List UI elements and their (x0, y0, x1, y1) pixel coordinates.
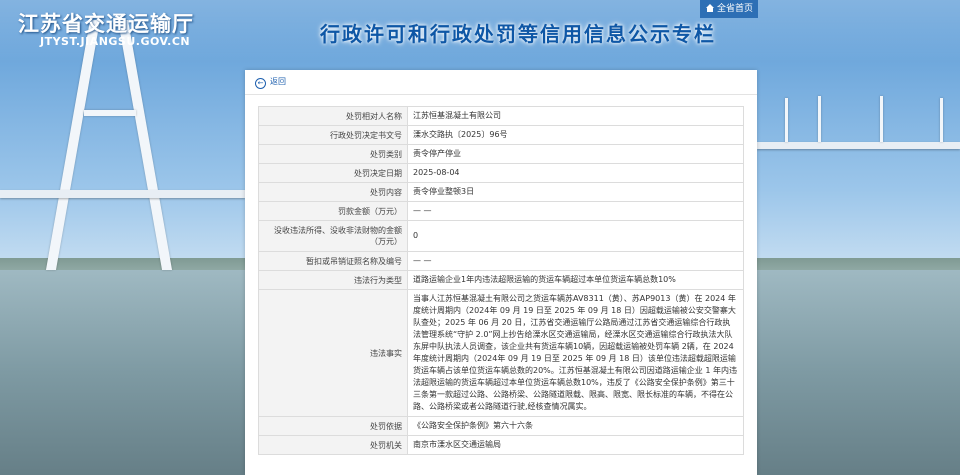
back-bar: ← 返回 (245, 70, 757, 95)
row-value: 责令停产停业 (407, 144, 744, 164)
table-row: 暂扣或吊销证照名称及编号 — — (258, 251, 744, 271)
table-row: 没收违法所得、没收非法财物的金额（万元） 0 (258, 220, 744, 252)
home-link[interactable]: 全省首页 (700, 0, 758, 18)
site-url: JTYST.JIANGSU.GOV.CN (40, 35, 191, 48)
back-label: 返回 (270, 77, 286, 86)
lamp-post-3 (880, 96, 883, 142)
bridge-deck-right (757, 142, 960, 149)
row-value: — — (407, 251, 744, 271)
home-link-label: 全省首页 (717, 4, 754, 14)
table-row: 处罚相对人名称 江苏恒基混凝土有限公司 (258, 106, 744, 126)
table-row: 处罚机关 南京市溧水区交通运输局 (258, 435, 744, 455)
row-label: 暂扣或吊销证照名称及编号 (258, 251, 408, 271)
table-row: 罚款金额（万元） — — (258, 201, 744, 221)
bridge-deck-left (0, 190, 245, 198)
row-label: 处罚内容 (258, 182, 408, 202)
table-row: 行政处罚决定书文号 溧水交路执〔2025〕96号 (258, 125, 744, 145)
row-value: 2025-08-04 (407, 163, 744, 183)
back-button[interactable]: ← 返回 (255, 77, 286, 89)
site-name[interactable]: 江苏省交通运输厅 (18, 8, 194, 38)
table-row: 违法行为类型 道路运输企业1年内违法超限运输的货运车辆超过本单位货运车辆总数10% (258, 270, 744, 290)
row-value: 责令停业整顿3日 (407, 182, 744, 202)
table-row: 处罚类别 责令停产停业 (258, 144, 744, 164)
lamp-post-1 (785, 98, 788, 142)
row-label: 处罚依据 (258, 416, 408, 436)
row-value: — — (407, 201, 744, 221)
row-value: 《公路安全保护条例》第六十六条 (407, 416, 744, 436)
lamp-post-4 (940, 98, 943, 142)
row-label: 处罚决定日期 (258, 163, 408, 183)
row-label: 没收违法所得、没收非法财物的金额（万元） (258, 220, 408, 252)
detail-panel: ← 返回 处罚相对人名称 江苏恒基混凝土有限公司 行政处罚决定书文号 溧水交路执〔202… (245, 70, 757, 475)
table-row: 处罚依据 《公路安全保护条例》第六十六条 (258, 416, 744, 436)
table-row: 处罚决定日期 2025-08-04 (258, 163, 744, 183)
row-label: 处罚类别 (258, 144, 408, 164)
row-label: 行政处罚决定书文号 (258, 125, 408, 145)
row-value: 道路运输企业1年内违法超限运输的货运车辆超过本单位货运车辆总数10% (407, 270, 744, 290)
row-label: 处罚相对人名称 (258, 106, 408, 126)
penalty-info-table: 处罚相对人名称 江苏恒基混凝土有限公司 行政处罚决定书文号 溧水交路执〔2025〕96… (258, 106, 744, 455)
row-label: 违法事实 (258, 289, 408, 417)
site-header: 江苏省交通运输厅 JTYST.JIANGSU.GOV.CN 行政许可和行政处罚等… (0, 0, 960, 62)
row-value: 南京市溧水区交通运输局 (407, 435, 744, 455)
table-row: 违法事实 当事人江苏恒基混凝土有限公司之货运车辆苏AV8311（黄）、苏AP901… (258, 289, 744, 417)
row-value: 溧水交路执〔2025〕96号 (407, 125, 744, 145)
back-arrow-icon: ← (255, 78, 266, 89)
bridge-crossbeam (84, 110, 136, 116)
home-icon (706, 1, 714, 12)
lamp-post-2 (818, 96, 821, 142)
row-value: 当事人江苏恒基混凝土有限公司之货运车辆苏AV8311（黄）、苏AP9013（黄）… (407, 289, 744, 417)
row-label: 处罚机关 (258, 435, 408, 455)
row-label: 违法行为类型 (258, 270, 408, 290)
banner-title: 行政许可和行政处罚等信用信息公示专栏 (320, 22, 716, 46)
row-label: 罚款金额（万元） (258, 201, 408, 221)
row-value: 江苏恒基混凝土有限公司 (407, 106, 744, 126)
table-row: 处罚内容 责令停业整顿3日 (258, 182, 744, 202)
row-value: 0 (407, 220, 744, 252)
